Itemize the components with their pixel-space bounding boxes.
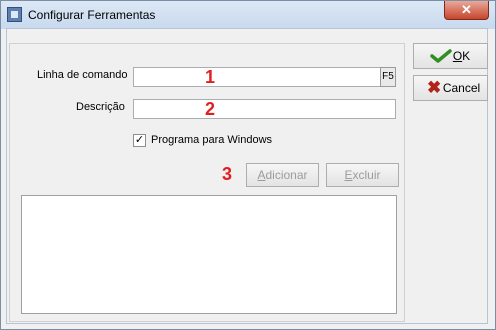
marker-3: 3 <box>222 164 233 184</box>
cancel-x-icon: ✖ <box>427 78 442 97</box>
command-line-input[interactable] <box>133 67 381 87</box>
windows-program-label[interactable]: Programa para Windows <box>151 134 272 146</box>
window-title: Configurar Ferramentas <box>28 8 156 22</box>
title-bar[interactable]: Configurar Ferramentas ✕ <box>1 1 495 29</box>
ok-button[interactable]: OK <box>413 43 488 69</box>
marker-1: 1 <box>205 67 216 87</box>
tools-list[interactable] <box>21 195 397 314</box>
cancel-button[interactable]: ✖ Cancel <box>413 75 488 101</box>
description-label: Descrição <box>76 101 125 113</box>
delete-button-accel: E <box>344 168 353 182</box>
description-input[interactable] <box>133 99 396 119</box>
delete-button[interactable]: Excluir <box>326 163 399 187</box>
close-button[interactable]: ✕ <box>444 1 489 20</box>
checkmark-icon <box>430 49 452 63</box>
ok-button-accel: O <box>452 49 463 63</box>
add-button[interactable]: Adicionar <box>246 163 319 187</box>
add-button-label: dicionar <box>265 168 308 182</box>
cancel-button-label: Cancel <box>442 81 481 95</box>
marker-2: 2 <box>205 99 216 119</box>
delete-button-label: xcluir <box>352 168 381 182</box>
f5-button[interactable]: F5 <box>380 67 396 87</box>
ok-button-label: K <box>462 49 471 63</box>
windows-program-checkbox[interactable]: ✓ <box>133 134 146 147</box>
app-icon <box>7 7 22 22</box>
command-line-label: Linha de comando <box>37 69 128 81</box>
